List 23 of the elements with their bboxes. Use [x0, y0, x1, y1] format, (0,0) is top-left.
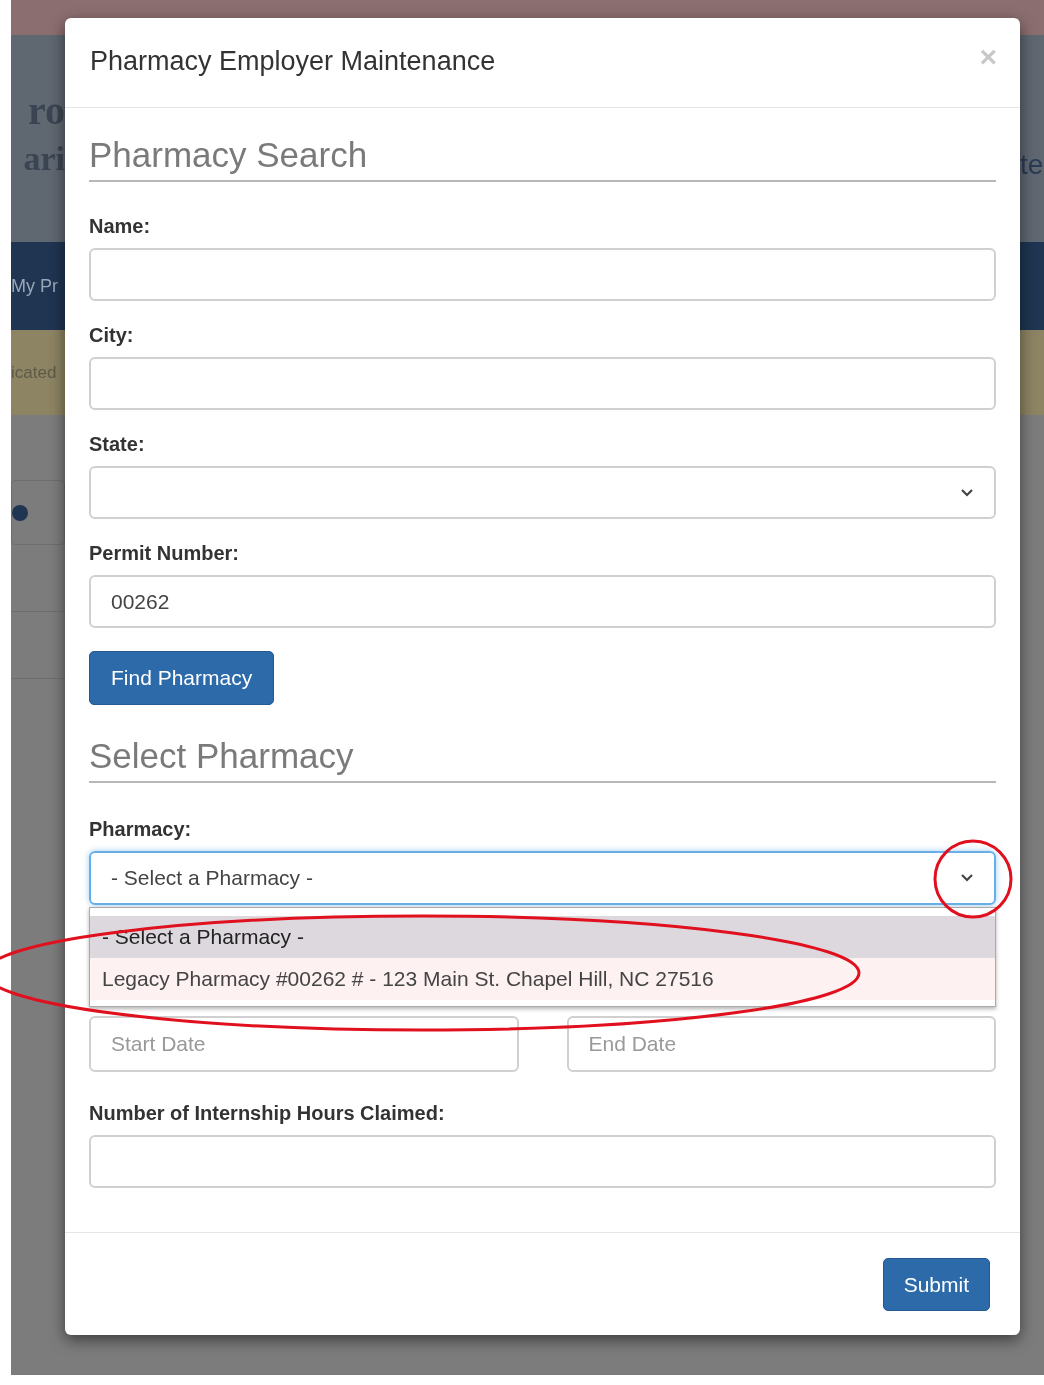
chevron-down-icon	[960, 487, 974, 498]
start-date-field[interactable]: Start Date	[89, 1016, 519, 1072]
find-pharmacy-button[interactable]: Find Pharmacy	[89, 651, 275, 705]
modal-title: Pharmacy Employer Maintenance	[90, 45, 496, 77]
text-field[interactable]	[89, 248, 996, 301]
section-heading: Pharmacy Search	[89, 135, 368, 174]
submit-button[interactable]: Submit	[882, 1258, 990, 1311]
dropdown-option[interactable]: Legacy Pharmacy #00262 # - 123 Main St. Chapel Hill, NC 27516	[90, 958, 995, 1000]
section-heading: Select Pharmacy	[89, 736, 354, 775]
state-select[interactable]	[89, 466, 996, 519]
text-field[interactable]: 00262	[89, 575, 996, 628]
field-label: Pharmacy:	[89, 817, 193, 841]
field-label: Name:	[89, 214, 152, 238]
chevron-down-icon	[960, 873, 974, 883]
end-date-field[interactable]: End Date	[566, 1016, 996, 1072]
background-nav-text: My Pr	[11, 274, 58, 298]
hours-field[interactable]	[89, 1135, 996, 1188]
field-label: Number of Internship Hours Claimed:	[89, 1101, 446, 1125]
field-label: Permit Number:	[89, 541, 241, 565]
field-label: City:	[89, 323, 135, 347]
text-field[interactable]	[89, 357, 996, 410]
field-label: State:	[89, 432, 146, 456]
pharmacy-select[interactable]: - Select a Pharmacy -	[89, 851, 996, 905]
